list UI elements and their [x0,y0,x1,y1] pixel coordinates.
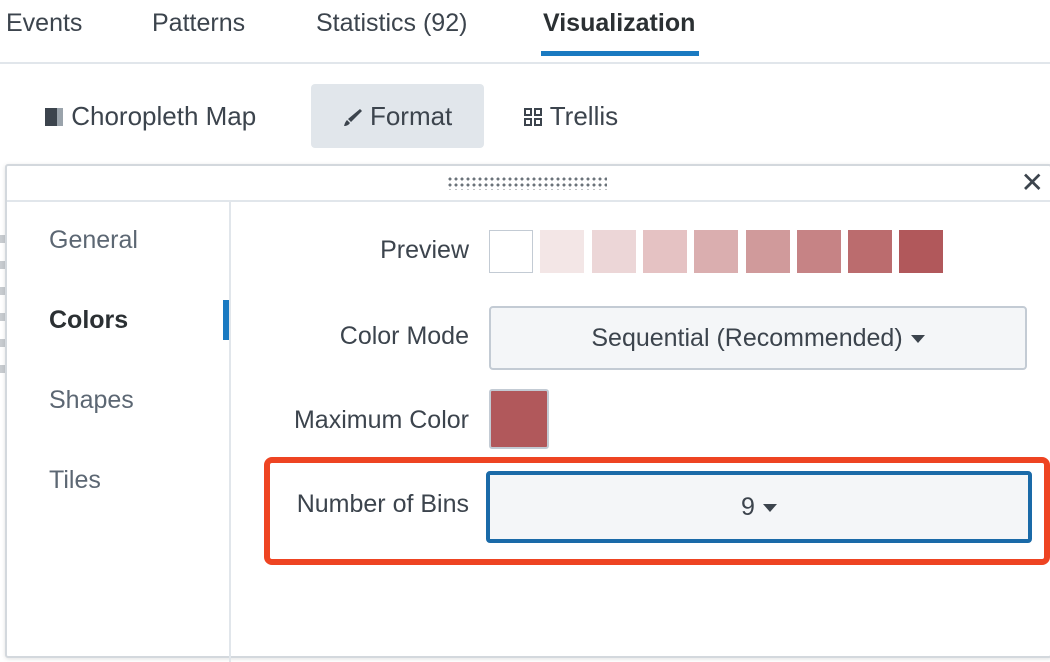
color-mode-select[interactable]: Sequential (Recommended) [489,306,1027,370]
map-icon [44,86,64,150]
drag-handle-icon[interactable] [447,176,607,190]
bins-select[interactable]: 9 [486,471,1032,543]
viz-type-label: Choropleth Map [71,101,257,131]
preview-swatch [642,230,687,273]
sidebar-item-shapes[interactable]: Shapes [49,386,134,415]
max-color-label: Maximum Color [293,406,469,434]
tab-patterns[interactable]: Patterns [152,6,245,54]
preview-swatch [591,230,636,273]
format-button[interactable]: Format [311,84,484,148]
grid-icon [523,86,543,150]
format-sidebar: General Colors Shapes Tiles [7,202,231,662]
viz-type-button[interactable]: Choropleth Map [44,84,256,148]
active-indicator [223,300,229,340]
color-mode-label: Color Mode [339,322,469,350]
format-label: Format [369,101,453,131]
close-button[interactable]: ✕ [1021,168,1044,198]
preview-swatch [489,230,533,273]
bins-label: Number of Bins [296,490,469,518]
tab-visualization[interactable]: Visualization [540,6,700,56]
preview-swatch [540,230,585,273]
sidebar-item-general[interactable]: General [49,226,138,255]
sidebar-item-tiles[interactable]: Tiles [49,466,101,495]
preview-swatch [694,230,739,273]
preview-swatch [745,230,790,273]
preview-label: Preview [380,236,469,264]
color-mode-value: Sequential (Recommended) [591,324,903,352]
brush-icon [343,86,363,150]
tab-statistics[interactable]: Statistics (92) [316,6,467,54]
trellis-button[interactable]: Trellis [523,84,618,148]
preview-swatch [899,230,944,273]
sidebar-item-colors[interactable]: Colors [49,306,128,335]
max-color-picker[interactable] [489,389,549,449]
preview-swatch [848,230,893,273]
trellis-label: Trellis [549,101,619,131]
preview-swatch [796,230,841,273]
tab-events[interactable]: Events [6,6,82,54]
bins-value: 9 [741,493,755,521]
caret-down-icon [762,504,777,513]
panel-header: ✕ [7,166,1050,202]
caret-down-icon [910,335,925,344]
results-tabs: Events Patterns Statistics (92) Visualiz… [0,0,1050,64]
